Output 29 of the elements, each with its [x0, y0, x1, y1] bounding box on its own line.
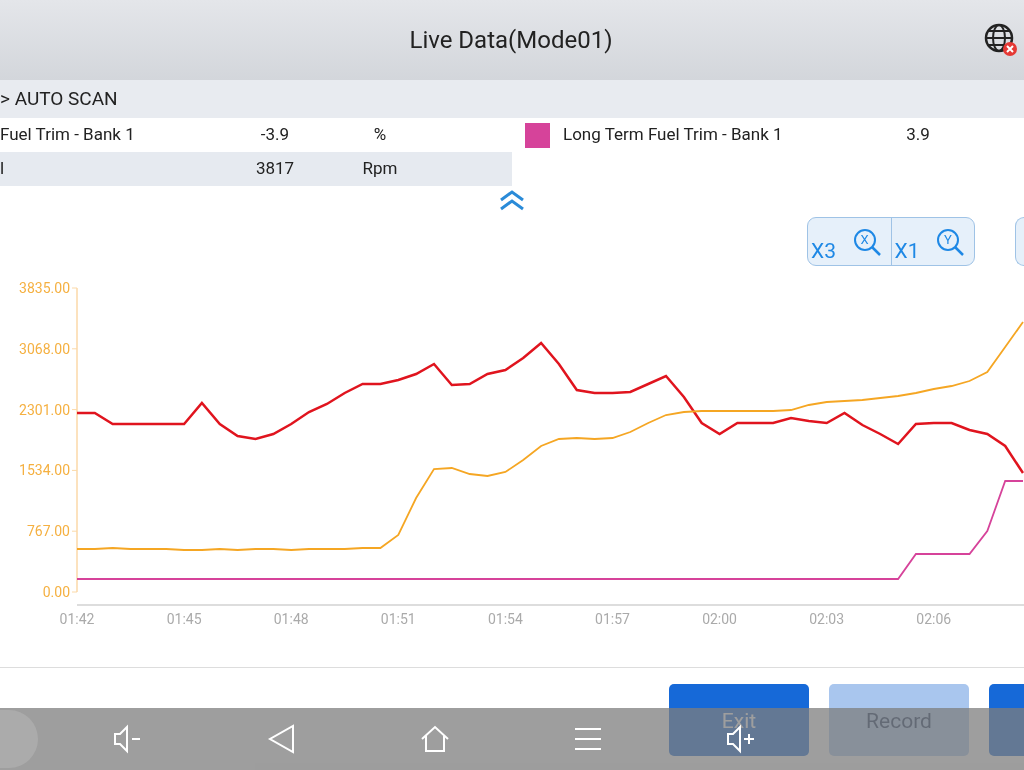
x-axis-label: 01:57: [595, 611, 630, 627]
parameter-unit: %: [372, 123, 388, 147]
y-axis-label: 1534.00: [19, 462, 70, 479]
x-axis-label: 02:06: [916, 611, 952, 627]
y-axis-label: 3835.00: [19, 280, 70, 296]
parameter-name: Fuel Trim - Bank 1: [0, 123, 136, 147]
x-axis-label: 01:54: [487, 611, 523, 627]
x-axis-label: 01:45: [166, 611, 202, 627]
data-row[interactable]: l 3817 Rpm: [0, 152, 512, 186]
parameter-value: 3817: [254, 157, 296, 181]
y-axis-label: 0.00: [42, 584, 70, 600]
x-axis-label: 01:51: [380, 611, 416, 627]
zoom-control[interactable]: [1015, 217, 1024, 266]
collapse-chevron-icon[interactable]: [499, 190, 525, 212]
parameter-value: 3.9: [905, 123, 931, 147]
breadcrumb: > AUTO SCAN: [0, 85, 118, 112]
y-axis-label: 3068.00: [19, 340, 70, 357]
y-axis-label: 2301.00: [19, 401, 70, 418]
parameter-unit: Rpm: [361, 157, 399, 181]
y-axis-label: 767.00: [26, 523, 70, 540]
window-title: Live Data(Mode01): [409, 25, 613, 56]
x-axis-label: 02:00: [702, 611, 737, 627]
parameter-name: Long Term Fuel Trim - Bank 1: [563, 123, 784, 147]
x-axis-label: 01:48: [273, 611, 309, 627]
globe-error-icon[interactable]: [982, 21, 1020, 59]
parameter-value: -3.9: [259, 123, 291, 147]
x-axis-label: 01:42: [59, 611, 95, 627]
parameter-name: l: [0, 157, 6, 181]
x-axis-label: 02:03: [809, 611, 845, 627]
